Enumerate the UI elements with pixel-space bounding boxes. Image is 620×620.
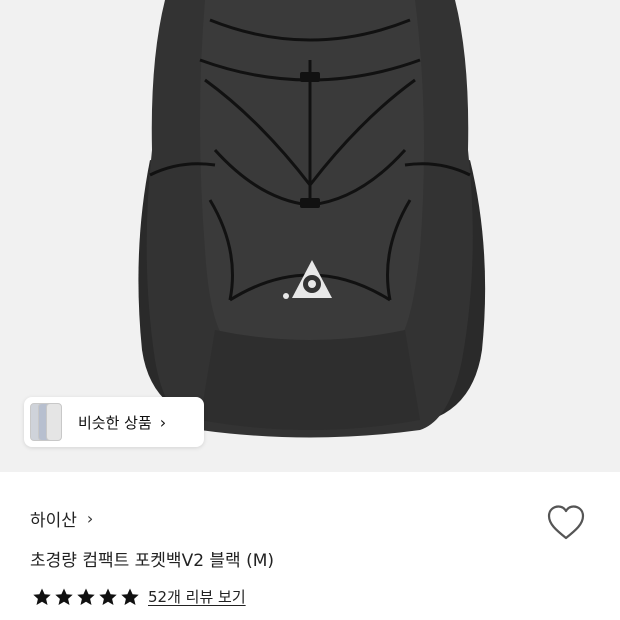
star-icon xyxy=(99,588,117,605)
chevron-right-icon: › xyxy=(159,412,167,432)
similar-thumbnails xyxy=(24,397,62,447)
heart-icon[interactable] xyxy=(546,504,586,542)
product-image[interactable]: 비슷한 상품 › xyxy=(0,0,620,472)
reviews-link[interactable]: 52개 리뷰 보기 xyxy=(148,586,246,607)
star-rating xyxy=(32,587,140,607)
similar-products-label: 비슷한 상품 xyxy=(78,413,152,432)
star-icon xyxy=(33,588,51,605)
similar-products-button[interactable]: 비슷한 상품 › xyxy=(24,397,204,447)
brand-name: 하이산 xyxy=(30,511,77,531)
star-icon xyxy=(55,588,73,605)
star-icon xyxy=(77,588,95,605)
brand-link[interactable]: 하이산 › xyxy=(30,506,93,531)
product-title: 초경량 컴팩트 포켓백V2 블랙 (M) xyxy=(30,551,275,571)
chevron-right-icon: › xyxy=(86,509,94,528)
star-icon xyxy=(121,588,139,605)
thumbnail xyxy=(46,403,62,441)
rating-row: 52개 리뷰 보기 xyxy=(32,586,246,607)
